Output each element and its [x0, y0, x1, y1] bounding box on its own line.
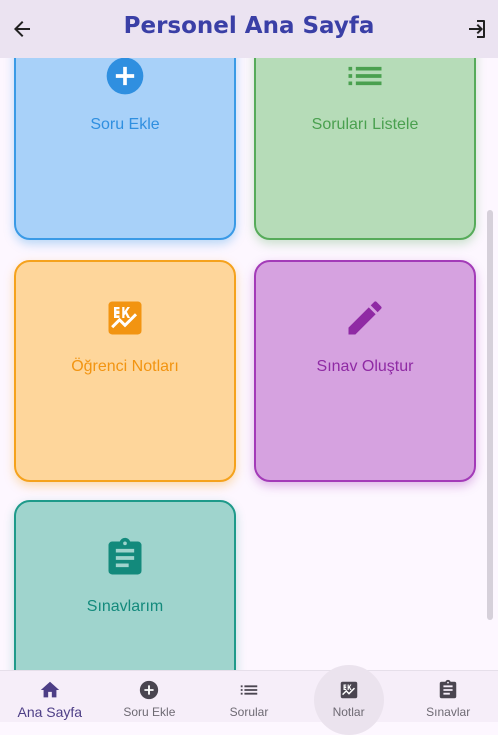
home-icon [40, 681, 59, 698]
card-sorulari-listele[interactable]: Soruları Listele [254, 58, 476, 240]
card-label: Öğrenci Notları [71, 358, 179, 375]
app-bar: Personel Ana Sayfa [0, 0, 498, 58]
card-label: Soruları Listele [311, 116, 419, 133]
nav-item-sinavlar[interactable]: Sınavlar [398, 671, 498, 722]
add-circle-icon [106, 58, 144, 95]
logout-icon[interactable] [464, 17, 488, 41]
nav-item-sorular[interactable]: Sorular [199, 671, 299, 722]
card-label: Sınavlarım [86, 598, 164, 615]
nav-label: Sorular [229, 705, 269, 719]
nav-label: Soru Ekle [123, 705, 176, 719]
pencil-icon [348, 301, 382, 335]
card-label: Soru Ekle [90, 116, 160, 133]
list-icon [348, 66, 382, 86]
card-soru-ekle[interactable]: Soru Ekle [14, 58, 236, 240]
list-icon [240, 685, 258, 695]
nav-item-notlar[interactable]: Notlar [299, 665, 399, 735]
scrollbar[interactable] [487, 210, 493, 620]
dashboard-grid: Soru Ekle Soruları Listele Öğrenci Notla… [0, 58, 498, 670]
clipboard-icon [439, 679, 457, 699]
grades-icon [108, 301, 142, 335]
nav-label: Ana Sayfa [17, 704, 83, 720]
add-circle-icon [140, 680, 159, 700]
card-ogrenci-notlari[interactable]: Öğrenci Notları [14, 260, 236, 482]
nav-label: Sınavlar [426, 705, 471, 719]
bottom-navigation: Ana Sayfa Soru Ekle Sorular Notlar Sınav… [0, 665, 498, 735]
page-title: Personel Ana Sayfa [123, 13, 375, 39]
card-sinavlarim[interactable]: Sınavlarım [14, 500, 236, 670]
nav-item-soru-ekle[interactable]: Soru Ekle [100, 671, 200, 722]
nav-label: Notlar [332, 705, 365, 719]
nav-item-ana-sayfa[interactable]: Ana Sayfa [0, 671, 100, 722]
card-label: Sınav Oluştur [316, 358, 414, 375]
clipboard-icon [108, 537, 142, 575]
grades-icon [340, 681, 357, 699]
card-sinav-olustur[interactable]: Sınav Oluştur [254, 260, 476, 482]
